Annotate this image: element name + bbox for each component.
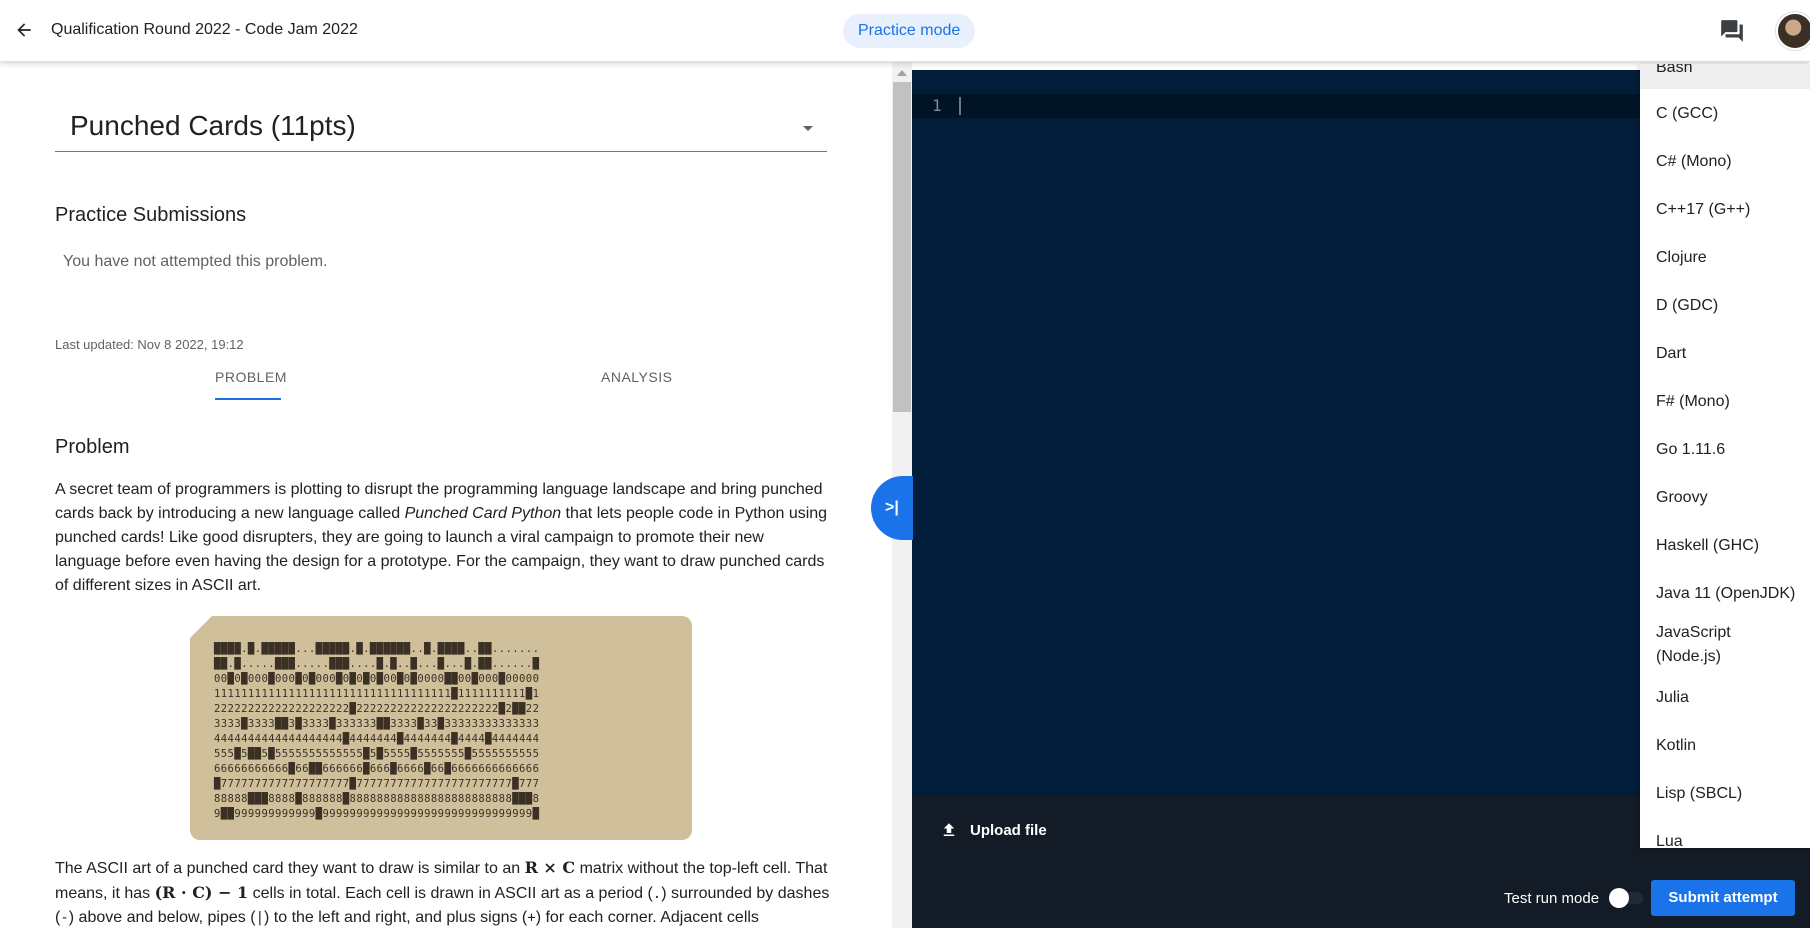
language-option[interactable]: C (GCC) [1640,90,1810,138]
text-cursor [959,97,961,115]
last-updated: Last updated: Nov 8 2022, 19:12 [55,337,244,352]
test-run-label: Test run mode [1504,890,1600,907]
scrollbar-thumb[interactable] [893,82,911,412]
para1-emphasis: Punched Card Python [404,505,562,522]
top-app-bar: Qualification Round 2022 - Code Jam 2022… [0,0,1810,62]
para2-text-f: ) to the left and right, and plus signs … [264,909,528,926]
para2-code-2: - [60,910,69,926]
problem-panel: Punched Cards (11pts) Practice Submissio… [0,62,892,928]
upload-file-label: Upload file [970,821,1047,839]
para2-code-3: | [255,910,264,926]
language-option[interactable]: Lua [1640,818,1810,848]
test-run-toggle[interactable] [1609,888,1645,908]
back-arrow-icon[interactable] [10,16,38,44]
problem-paragraph-2: The ASCII art of a punched card they wan… [55,856,830,928]
language-option[interactable]: C++17 (G++) [1640,186,1810,234]
para2-text-c: cells in total. Each cell is drawn in AS… [248,885,653,902]
language-option[interactable]: Bash [1640,64,1810,89]
problem-dropdown-value: Punched Cards (11pts) [70,110,356,141]
language-option[interactable]: Groovy [1640,474,1810,522]
code-editor[interactable]: 1 [912,70,1640,796]
line-number: 1 [932,96,942,115]
para2-math-2: (R · C) − 1 [154,883,249,902]
language-option[interactable]: JavaScript (Node.js) [1640,616,1810,674]
para2-text-e: ) above and below, pipes ( [68,909,256,926]
scroll-up-arrow-icon[interactable] [897,70,907,76]
language-option[interactable]: Julia [1640,674,1810,722]
problem-paragraph-1: A secret team of programmers is plotting… [55,478,830,598]
active-tab-indicator [215,398,281,400]
language-option[interactable]: Java 11 (OpenJDK) [1640,570,1810,618]
para2-code-4: + [527,910,536,926]
upload-icon [943,823,955,836]
language-option[interactable]: Dart [1640,330,1810,378]
tab-analysis[interactable]: ANALYSIS [601,369,672,385]
language-option[interactable]: Clojure [1640,234,1810,282]
upload-file-button[interactable]: Upload file [940,818,1047,842]
tab-problem[interactable]: PROBLEM [215,369,287,385]
problem-dropdown[interactable]: Punched Cards (11pts) [55,110,827,152]
practice-mode-chip[interactable]: Practice mode [843,14,976,48]
language-option[interactable]: Lisp (SBCL) [1640,770,1810,818]
problem-section-heading: Problem [55,436,130,458]
para2-code-1: . [652,886,662,902]
dropdown-caret-icon [803,126,813,131]
language-option[interactable]: C# (Mono) [1640,138,1810,186]
submissions-empty-text: You have not attempted this problem. [63,253,328,270]
submit-attempt-button[interactable]: Submit attempt [1651,880,1795,916]
active-line-highlight [912,94,1640,118]
user-avatar[interactable] [1776,12,1810,50]
punched-card-image: ████.█.█████...█████.█.██████..█.████..█… [190,616,692,840]
language-option[interactable]: Go 1.11.6 [1640,426,1810,474]
language-option[interactable]: Haskell (GHC) [1640,522,1810,570]
para2-math-1: R × C [524,858,576,877]
language-option[interactable]: Kotlin [1640,722,1810,770]
language-dropdown-menu[interactable]: Bash C (GCC) C# (Mono) C++17 (G++) Cloju… [1640,64,1810,848]
toggle-knob [1609,888,1629,908]
punched-card-art: ████.█.█████...█████.█.██████..█.████..█… [214,643,540,820]
contest-title: Qualification Round 2022 - Code Jam 2022 [51,21,358,38]
para2-text-a: The ASCII art of a punched card they wan… [55,860,525,877]
submissions-heading: Practice Submissions [55,204,247,226]
para2-text-g: ) for each corner. Adjacent cells [535,909,759,926]
language-option[interactable]: D (GDC) [1640,282,1810,330]
language-option[interactable]: F# (Mono) [1640,378,1810,426]
feedback-chat-icon[interactable] [1719,18,1745,44]
collapse-right-icon: >| [885,499,899,516]
